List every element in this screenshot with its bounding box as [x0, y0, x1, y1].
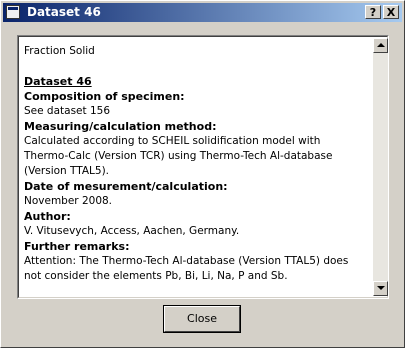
vertical-scrollbar[interactable]: [373, 38, 388, 296]
scroll-down-button[interactable]: [373, 281, 388, 296]
arrow-down-icon: [377, 286, 385, 290]
help-button[interactable]: ?: [365, 5, 381, 19]
remarks-line: not consider the elements Pb, Bi, Li, Na…: [24, 270, 288, 282]
composition-heading: Composition of specimen:: [24, 90, 185, 103]
app-icon: [6, 5, 20, 19]
dataset-heading: Dataset 46: [24, 75, 92, 88]
close-window-button[interactable]: X: [383, 5, 399, 19]
fraction-solid-label: Fraction Solid: [24, 45, 95, 57]
method-heading: Measuring/calculation method:: [24, 120, 217, 133]
method-line: Thermo-Calc (Version TCR) using Thermo-T…: [24, 150, 333, 162]
dialog-window: Dataset 46 ? X Fraction Solid Dataset 46…: [0, 0, 405, 348]
info-text-panel: Fraction Solid Dataset 46 Composition of…: [17, 35, 389, 299]
method-line: Calculated according to SCHEIL solidific…: [24, 135, 321, 147]
date-text: November 2008.: [24, 195, 113, 207]
title-bar[interactable]: Dataset 46 ? X: [3, 3, 402, 22]
window-title: Dataset 46: [27, 5, 101, 19]
author-heading: Author:: [24, 210, 71, 223]
remarks-heading: Further remarks:: [24, 240, 130, 253]
author-text: V. Vitusevych, Access, Aachen, Germany.: [24, 225, 240, 237]
composition-text: See dataset 156: [24, 105, 110, 117]
scroll-up-button[interactable]: [373, 38, 388, 53]
remarks-line: Attention: The Thermo-Tech Al-database (…: [24, 255, 349, 267]
close-button[interactable]: Close: [163, 305, 241, 333]
info-text: Fraction Solid Dataset 46 Composition of…: [24, 44, 372, 284]
arrow-up-icon: [377, 43, 385, 47]
date-heading: Date of mesurement/calculation:: [24, 180, 228, 193]
method-line: (Version TTAL5).: [24, 165, 110, 177]
